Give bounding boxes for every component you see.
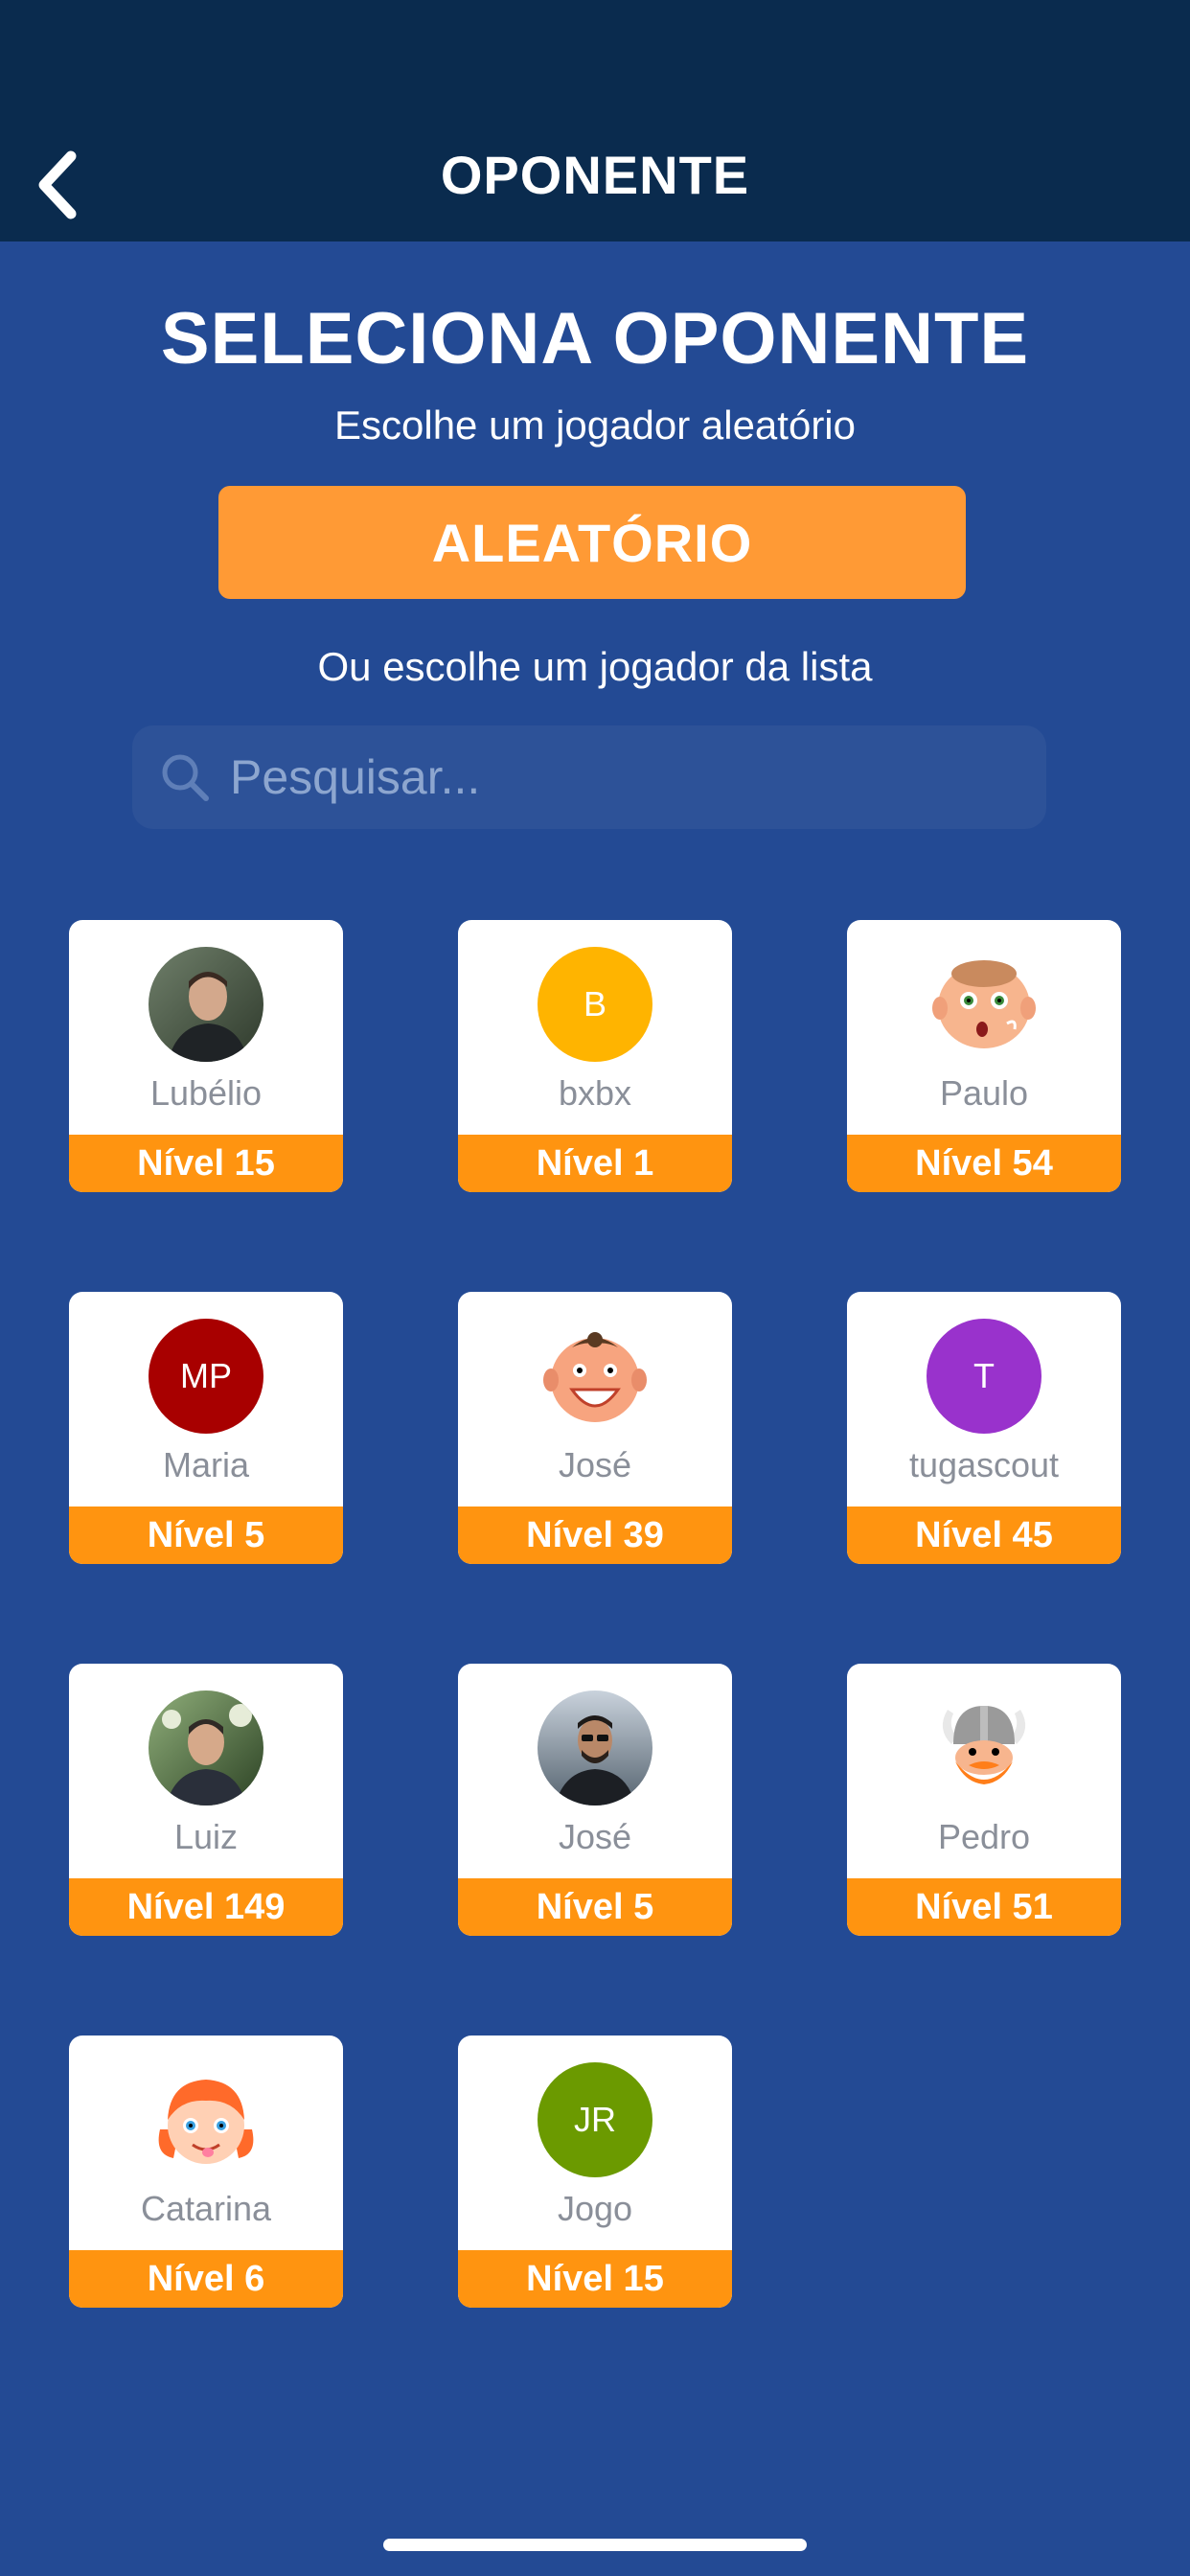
search-input[interactable] — [228, 748, 1018, 806]
player-level-badge: Nível 15 — [69, 1135, 343, 1192]
player-name: Lubélio — [149, 1073, 263, 1113]
player-level-badge: Nível 45 — [847, 1506, 1121, 1564]
player-card[interactable]: Lubélio Nível 15 — [69, 920, 343, 1192]
player-name: José — [558, 1817, 632, 1856]
page-title: OPONENTE — [440, 145, 750, 205]
player-level-badge: Nível 54 — [847, 1135, 1121, 1192]
player-name: tugascout — [908, 1445, 1060, 1484]
player-name: Maria — [162, 1445, 250, 1484]
player-level-badge: Nível 149 — [69, 1878, 343, 1936]
photo-avatar — [538, 1690, 652, 1806]
player-name: bxbx — [558, 1073, 632, 1113]
player-name: Pedro — [937, 1817, 1031, 1856]
photo-avatar — [149, 947, 263, 1062]
player-name: José — [558, 1445, 632, 1484]
random-opponent-button[interactable]: ALEATÓRIO — [218, 486, 966, 599]
initials-avatar: MP — [149, 1319, 263, 1434]
player-card[interactable]: Catarina Nível 6 — [69, 2036, 343, 2308]
list-player-caption: Ou escolhe um jogador da lista — [317, 644, 873, 689]
player-card[interactable]: B bxbx Nível 1 — [458, 920, 732, 1192]
cartoon-viking-icon — [927, 1690, 1041, 1806]
player-level-badge: Nível 5 — [69, 1506, 343, 1564]
player-name: Jogo — [557, 2189, 633, 2228]
random-player-caption: Escolhe um jogador aleatório — [334, 402, 856, 448]
section-heading: SELECIONA OPONENTE — [160, 298, 1030, 380]
player-card[interactable]: José Nível 5 — [458, 1664, 732, 1936]
initials-avatar: B — [538, 947, 652, 1062]
initials-avatar: JR — [538, 2062, 652, 2177]
player-level-badge: Nível 51 — [847, 1878, 1121, 1936]
player-level-badge: Nível 5 — [458, 1878, 732, 1936]
player-level-badge: Nível 6 — [69, 2250, 343, 2308]
player-name: Catarina — [140, 2189, 272, 2228]
photo-avatar — [149, 1690, 263, 1806]
top-navigation-bar: OPONENTE — [0, 0, 1190, 242]
player-card[interactable]: José Nível 39 — [458, 1292, 732, 1564]
player-card[interactable]: MP Maria Nível 5 — [69, 1292, 343, 1564]
player-level-badge: Nível 15 — [458, 2250, 732, 2308]
player-card[interactable]: JR Jogo Nível 15 — [458, 2036, 732, 2308]
player-grid: Lubélio Nível 15 B bxbx Nível 1 Paulo Ní… — [69, 920, 1123, 2319]
player-name: Paulo — [939, 1073, 1029, 1113]
player-name: Luiz — [173, 1817, 239, 1856]
player-card[interactable]: Pedro Nível 51 — [847, 1664, 1121, 1936]
search-field[interactable] — [132, 725, 1046, 829]
player-card[interactable]: Paulo Nível 54 — [847, 920, 1121, 1192]
cartoon-girl-face-icon — [149, 2062, 263, 2177]
cartoon-laughing-face-icon — [538, 1319, 652, 1434]
player-level-badge: Nível 1 — [458, 1135, 732, 1192]
player-card[interactable]: Luiz Nível 149 — [69, 1664, 343, 1936]
search-icon — [142, 725, 228, 829]
initials-avatar: T — [927, 1319, 1041, 1434]
player-card[interactable]: T tugascout Nível 45 — [847, 1292, 1121, 1564]
cartoon-baby-face-icon — [927, 947, 1041, 1062]
player-level-badge: Nível 39 — [458, 1506, 732, 1564]
home-indicator[interactable] — [383, 2539, 807, 2551]
